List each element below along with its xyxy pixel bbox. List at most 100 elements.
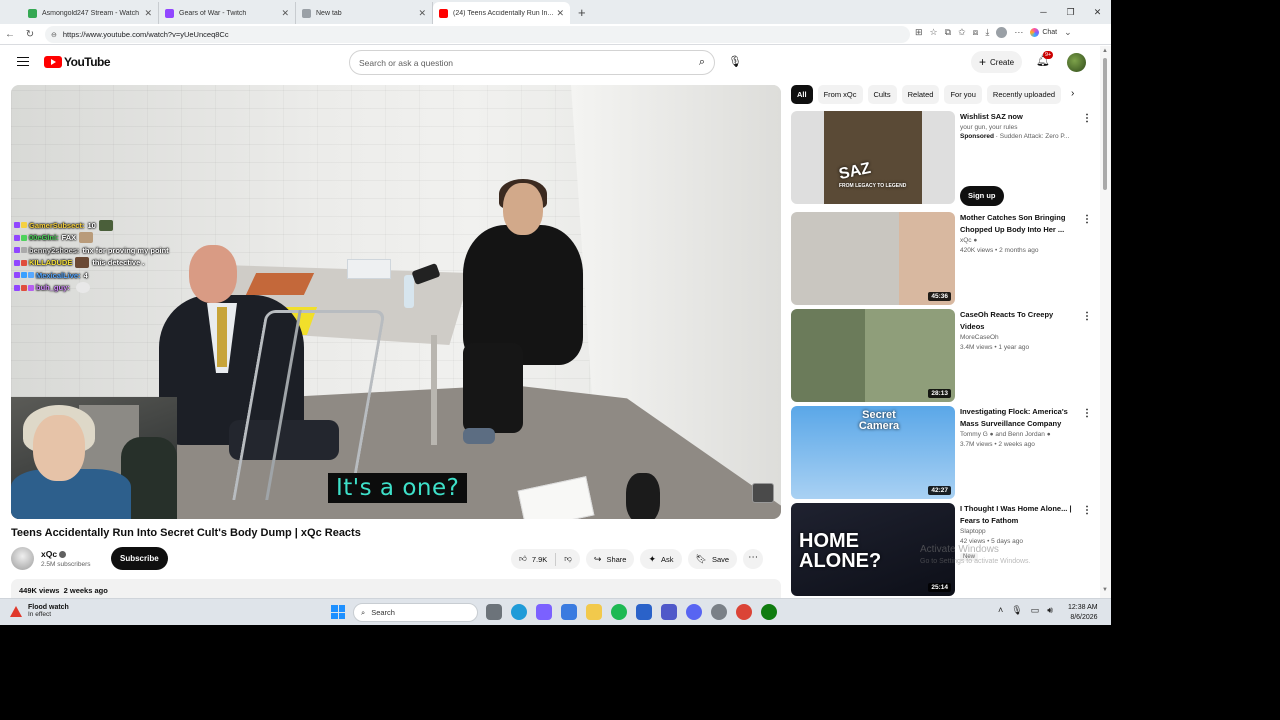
chat-text: this detective . bbox=[92, 258, 145, 268]
video-thumbnail[interactable]: 28:13 bbox=[791, 309, 955, 402]
chevron-down-icon[interactable]: ⌄ bbox=[1064, 27, 1072, 38]
chrome-icon[interactable] bbox=[736, 604, 752, 620]
close-icon[interactable]: ✕ bbox=[281, 8, 289, 19]
sponsored-ad[interactable]: SAZ FROM LEGACY TO LEGEND Wishlist SAZ n… bbox=[791, 111, 1092, 206]
chat-username: 00eGlni: bbox=[29, 233, 59, 243]
channel-name: Slaptopp bbox=[960, 528, 986, 535]
system-clock[interactable]: 12:38 AM 8/6/2026 bbox=[1068, 603, 1098, 623]
back-icon[interactable]: ← bbox=[0, 29, 20, 40]
more-actions-icon[interactable]: ⋯ bbox=[743, 549, 764, 569]
download-icon[interactable]: ⤓ bbox=[985, 27, 989, 38]
app-icon[interactable] bbox=[636, 604, 652, 620]
tab-title: Gears of War - Twitch bbox=[179, 9, 247, 17]
ad-signup-button[interactable]: Sign up bbox=[960, 186, 1004, 206]
dislike-button[interactable]: 👎︎ bbox=[556, 554, 580, 564]
chip-cults[interactable]: Cults bbox=[867, 85, 897, 104]
menu-icon[interactable] bbox=[17, 57, 29, 66]
video-thumbnail[interactable]: 45:36 bbox=[791, 212, 955, 305]
browser-tab-active[interactable]: (24) Teens Accidentally Run In... ✕ bbox=[433, 2, 570, 24]
profile-avatar[interactable] bbox=[996, 27, 1008, 38]
account-avatar[interactable] bbox=[1067, 53, 1086, 72]
copilot-icon bbox=[1030, 28, 1040, 37]
more-options-icon[interactable]: ⋮ bbox=[1082, 408, 1092, 419]
search-icon[interactable]: ⌕ bbox=[699, 56, 705, 69]
browser-tab[interactable]: New tab ✕ bbox=[296, 2, 433, 24]
chip-related[interactable]: Related bbox=[901, 85, 940, 104]
copilot-icon[interactable] bbox=[536, 604, 552, 620]
like-button[interactable]: 👍︎ 7.9K bbox=[511, 554, 555, 564]
browser-tab[interactable]: Gears of War - Twitch ✕ bbox=[159, 2, 296, 24]
chat-button[interactable]: Chat bbox=[1030, 28, 1057, 37]
site-info-icon[interactable]: ⊖ bbox=[51, 31, 57, 39]
more-options-icon[interactable]: ⋮ bbox=[1082, 311, 1092, 322]
subscribe-button[interactable]: Subscribe bbox=[111, 547, 168, 570]
network-icon[interactable]: ▭ bbox=[1031, 605, 1040, 616]
apps-icon[interactable]: ⊞ bbox=[915, 27, 923, 38]
video-player[interactable]: GamerSubsect: 10 00eGlni: FAX benny2shoe… bbox=[11, 85, 781, 519]
xbox-icon[interactable] bbox=[761, 604, 777, 620]
chevron-up-icon[interactable]: ˄ bbox=[998, 605, 1003, 616]
save-button[interactable]: 🔖︎ Save bbox=[687, 549, 738, 569]
close-icon[interactable]: ✕ bbox=[144, 8, 152, 19]
channel-name-wrap[interactable]: xQc bbox=[41, 549, 67, 559]
reload-icon[interactable]: ↻ bbox=[20, 29, 40, 40]
more-options-icon[interactable]: ⋮ bbox=[1082, 505, 1092, 516]
microphone-icon[interactable]: 🎙︎ bbox=[724, 51, 746, 73]
start-button-icon[interactable] bbox=[331, 605, 345, 619]
favorites-icon[interactable]: ✩ bbox=[958, 27, 966, 38]
page-scrollbar[interactable]: ▲ ▼ bbox=[1100, 46, 1111, 598]
video-scene-bottle bbox=[404, 275, 414, 308]
chip-recently-uploaded[interactable]: Recently uploaded bbox=[986, 85, 1062, 104]
scroll-up-icon[interactable]: ▲ bbox=[1102, 48, 1108, 54]
recommended-video[interactable]: Secret Camera 42:27 Investigating Flock:… bbox=[791, 406, 1092, 499]
browser-tab[interactable]: Asmongold247 Stream - Watch L... ✕ bbox=[22, 2, 159, 24]
weather-widget[interactable]: Flood watch In effect bbox=[10, 604, 69, 618]
search-input[interactable]: Search or ask a question ⌕ bbox=[349, 50, 715, 75]
chip-all[interactable]: All bbox=[791, 85, 813, 104]
teams-icon[interactable] bbox=[661, 604, 677, 620]
chip-for-you[interactable]: For you bbox=[944, 85, 982, 104]
ad-thumbnail[interactable]: SAZ FROM LEGACY TO LEGEND bbox=[791, 111, 955, 204]
close-window-icon[interactable]: ✕ bbox=[1084, 7, 1111, 18]
url-field[interactable]: ⊖ https://www.youtube.com/watch?v=yUeUnc… bbox=[45, 26, 910, 43]
collections-icon[interactable]: ⧈ bbox=[973, 27, 979, 38]
channel-avatar[interactable] bbox=[11, 547, 34, 570]
file-explorer-icon[interactable] bbox=[586, 604, 602, 620]
discord-icon[interactable] bbox=[686, 604, 702, 620]
bookmark-star-icon[interactable]: ☆ bbox=[930, 27, 938, 38]
create-button[interactable]: + Create bbox=[971, 51, 1023, 73]
more-options-icon[interactable]: ⋮ bbox=[1082, 214, 1092, 225]
chip-from-channel[interactable]: From xQc bbox=[817, 85, 863, 104]
minimize-icon[interactable]: ─ bbox=[1030, 7, 1057, 17]
ask-button[interactable]: ✦ Ask bbox=[640, 549, 682, 569]
spotify-icon[interactable] bbox=[611, 604, 627, 620]
task-view-icon[interactable] bbox=[486, 604, 502, 620]
volume-icon[interactable]: 🔊︎ bbox=[1047, 605, 1053, 616]
video-thumbnail[interactable]: Secret Camera 42:27 bbox=[791, 406, 955, 499]
maximize-icon[interactable]: ❐ bbox=[1057, 7, 1084, 18]
taskbar-search[interactable]: ⌕ Search bbox=[353, 603, 478, 622]
new-tab-button[interactable]: + bbox=[578, 5, 586, 20]
channel-watermark-icon[interactable] bbox=[752, 483, 774, 503]
more-menu-icon[interactable]: ⋯ bbox=[1014, 27, 1023, 38]
close-icon[interactable]: ✕ bbox=[418, 8, 426, 19]
chevron-right-icon[interactable]: › bbox=[1071, 88, 1074, 99]
close-icon[interactable]: ✕ bbox=[556, 8, 564, 19]
recommended-video[interactable]: 45:36 Mother Catches Son Bringing Choppe… bbox=[791, 212, 1092, 305]
scroll-down-icon[interactable]: ▼ bbox=[1102, 587, 1108, 593]
scrollbar-thumb[interactable] bbox=[1103, 58, 1107, 190]
mic-tray-icon[interactable]: 🎙︎ bbox=[1011, 605, 1022, 616]
more-options-icon[interactable]: ⋮ bbox=[1082, 113, 1092, 124]
extensions-icon[interactable]: ⧉ bbox=[945, 27, 951, 38]
settings-gear-icon[interactable] bbox=[711, 604, 727, 620]
share-button[interactable]: ↪ Share bbox=[585, 549, 635, 569]
store-icon[interactable] bbox=[561, 604, 577, 620]
verified-check-icon: ● bbox=[1046, 431, 1051, 438]
recommended-video[interactable]: 28:13 CaseOh Reacts To Creepy Videos Mor… bbox=[791, 309, 1092, 402]
like-dislike-group: 👍︎ 7.9K 👎︎ bbox=[511, 549, 580, 569]
clock-time: 12:38 AM bbox=[1068, 604, 1098, 611]
notifications-bell-icon[interactable]: 🔔︎ 9+ bbox=[1036, 51, 1054, 67]
browser-toolbar-icons: ⊞ ☆ ⧉ ✩ ⧈ ⤓ ⋯ Chat ⌄ bbox=[915, 27, 1072, 38]
youtube-logo[interactable]: YouTube bbox=[44, 55, 111, 69]
edge-browser-icon[interactable] bbox=[511, 604, 527, 620]
